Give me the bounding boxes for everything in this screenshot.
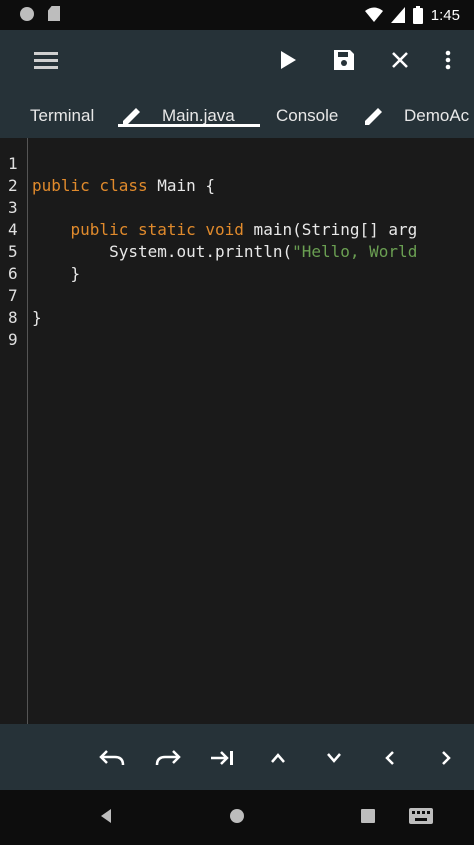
- recents-icon[interactable]: [356, 804, 380, 828]
- code-line: public class Main {: [32, 176, 215, 195]
- status-bar: 1:45: [0, 0, 474, 30]
- code-line: }: [32, 264, 81, 283]
- line-number: 9: [8, 330, 18, 349]
- code-text: }: [32, 308, 42, 327]
- keyboard-icon[interactable]: [406, 804, 436, 828]
- code-text: main(String[] arg: [243, 220, 418, 239]
- code-editor[interactable]: 1 2 3 4 5 6 7 8 9 public class Main { pu…: [0, 138, 474, 724]
- redo-icon[interactable]: [152, 742, 184, 774]
- bottom-toolbar: [0, 724, 474, 790]
- tab-label: Terminal: [30, 106, 95, 125]
- tab-label: DemoAc: [404, 106, 470, 125]
- sd-card-icon: [48, 6, 60, 21]
- code-text: Main {: [147, 176, 216, 195]
- arrow-right-icon[interactable]: [430, 742, 462, 774]
- arrow-left-icon[interactable]: [374, 742, 406, 774]
- code-line: }: [32, 308, 42, 327]
- tab-console[interactable]: Console: [276, 94, 338, 138]
- keyword: public class: [32, 176, 148, 195]
- code-text: }: [32, 264, 81, 283]
- hamburger-icon[interactable]: [30, 44, 62, 76]
- arrow-up-icon[interactable]: [262, 742, 294, 774]
- status-time: 1:45: [430, 6, 460, 24]
- line-number: 4: [8, 220, 18, 239]
- tab-main-java[interactable]: Main.java: [120, 94, 235, 138]
- undo-icon[interactable]: [96, 742, 128, 774]
- line-number: 1: [8, 154, 18, 173]
- arrow-down-icon[interactable]: [318, 742, 350, 774]
- home-icon[interactable]: [225, 804, 249, 828]
- pencil-icon: [365, 108, 382, 125]
- line-number: 3: [8, 198, 18, 217]
- code-line: public static void main(String[] arg: [32, 220, 418, 239]
- string-literal: "Hello, World: [292, 242, 418, 261]
- code-text: System.out.println(: [32, 242, 293, 261]
- line-number: 8: [8, 308, 18, 327]
- signal-icon: [390, 7, 405, 23]
- more-vert-icon[interactable]: [436, 44, 460, 76]
- system-nav-bar: [0, 790, 474, 845]
- tab-indent-icon[interactable]: [206, 742, 238, 774]
- app-bar: Terminal Main.java Console DemoAc: [0, 30, 474, 138]
- save-icon[interactable]: [328, 44, 360, 76]
- line-number: 7: [8, 286, 18, 305]
- wifi-icon: [364, 7, 383, 22]
- close-icon[interactable]: [384, 44, 416, 76]
- back-icon[interactable]: [94, 804, 118, 828]
- code-line: System.out.println("Hello, World: [32, 242, 417, 261]
- battery-icon: [412, 6, 423, 24]
- tab-label: Console: [276, 106, 339, 125]
- gutter-divider: [27, 138, 28, 724]
- line-number: 6: [8, 264, 18, 283]
- keyword: public static void: [32, 220, 244, 239]
- tab-label: Main.java: [162, 106, 235, 125]
- notification-dot-icon: [20, 6, 34, 21]
- active-tab-indicator: [118, 124, 260, 127]
- play-icon[interactable]: [272, 44, 304, 76]
- line-number: 5: [8, 242, 18, 261]
- tab-terminal[interactable]: Terminal: [30, 94, 94, 138]
- tab-bar: Terminal Main.java Console DemoAc: [0, 94, 474, 138]
- line-number: 2: [8, 176, 18, 195]
- tab-demoac[interactable]: DemoAc: [362, 94, 469, 138]
